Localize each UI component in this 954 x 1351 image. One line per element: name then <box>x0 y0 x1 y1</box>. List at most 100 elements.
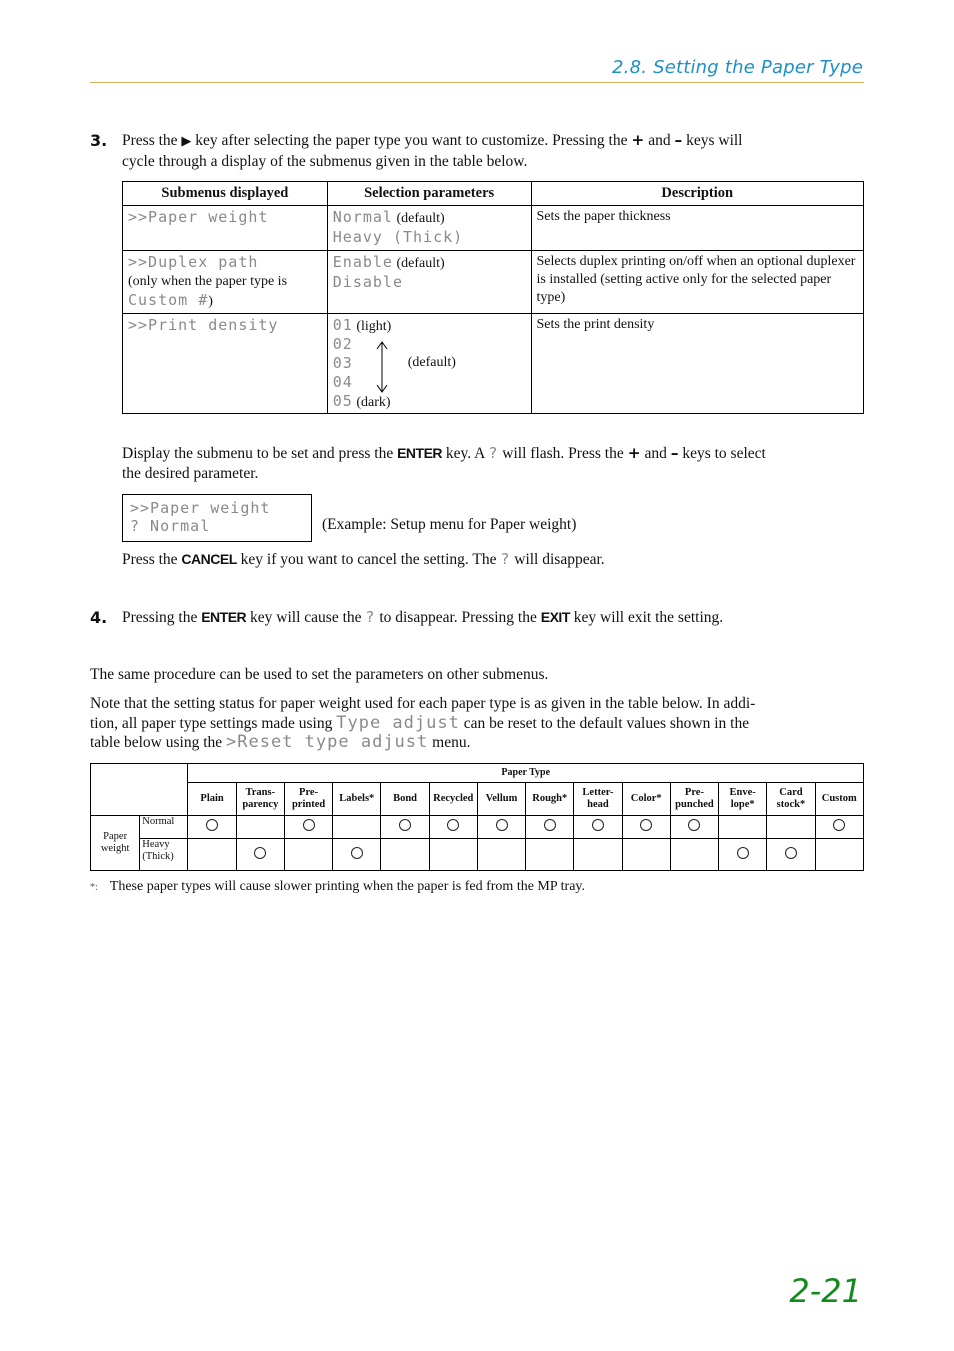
column-header: Submenus displayed <box>122 181 328 206</box>
lcd-text: >>Paper weight <box>128 208 269 226</box>
circle-mark-icon <box>543 819 556 831</box>
table-cell <box>525 838 575 871</box>
submenu-note: (only when the paper type is <box>128 274 288 289</box>
text: table below using the <box>90 734 227 751</box>
column-header-line: Recycled <box>433 793 474 804</box>
column-header: Pre-printed <box>283 782 334 816</box>
example-caption: (Example: Setup menu for Paper weight) <box>322 516 577 533</box>
param-note: (dark) <box>356 395 391 410</box>
row-group-label: Paper weight <box>89 815 141 871</box>
table-cell <box>332 815 382 839</box>
instruction-paragraph: Display the submenu to be set and press … <box>122 444 867 483</box>
step-3-text: Press the ▶ key after selecting the pape… <box>122 131 864 171</box>
footnote: *: These paper types will cause slower pr… <box>90 879 585 895</box>
table-row: Paper weight Normal <box>89 815 865 871</box>
circle-mark-icon <box>399 819 412 831</box>
note-paragraph: Note that the setting status for paper w… <box>90 694 866 753</box>
text: the desired parameter. <box>122 464 259 482</box>
header-rule <box>90 82 864 83</box>
text: key will cause the <box>246 609 366 626</box>
params-cell: Enable (default) Disable <box>326 250 532 314</box>
column-header: Pre-punched <box>669 782 720 816</box>
description-cell: Selects duplex printing on/off when an o… <box>530 250 864 314</box>
text: Press the <box>122 551 182 568</box>
lcd-text: Normal <box>332 208 393 226</box>
table-cell <box>814 815 865 839</box>
table-cell <box>766 815 816 839</box>
text: key after selecting the paper type you w… <box>191 132 632 149</box>
lcd-text: >Reset type adjust <box>226 732 429 752</box>
column-header-line: head <box>587 799 609 810</box>
step-3-number: 3. <box>90 131 108 150</box>
column-header-line: Pre- <box>299 787 319 798</box>
text: tion, all paper type settings made using <box>90 714 337 732</box>
column-header-line: Color* <box>630 793 662 804</box>
text: will disappear. <box>510 551 605 568</box>
column-header: Vellum <box>476 782 527 816</box>
paper-type-table: Paper Type Plain Trans-parency Pre-printed… <box>89 763 865 871</box>
text: keys will <box>682 132 743 149</box>
table-cell <box>814 838 865 871</box>
submenu-cell: >>Print density <box>122 313 328 414</box>
params-cell: 01 (light) 02 03 04 05 (dark) (default) <box>326 313 532 414</box>
column-header-line: Trans- <box>245 787 276 798</box>
table-cell <box>235 815 285 839</box>
right-arrow-key-icon: ▶ <box>181 134 192 149</box>
same-procedure-paragraph: The same procedure can be used to set th… <box>90 666 549 683</box>
text: Press the <box>122 132 182 149</box>
column-header-line: Labels* <box>339 793 375 804</box>
table-cell <box>332 838 382 871</box>
column-header-line: lope* <box>730 799 755 810</box>
enter-key-label: ENTER <box>397 445 443 461</box>
up-down-arrow-icon <box>376 341 388 393</box>
column-header: Color* <box>621 782 671 816</box>
plus-key-symbol: + <box>631 131 645 149</box>
params-cell: Normal (default) Heavy (Thick) <box>326 205 532 251</box>
table-row: Heavy (Thick) <box>91 838 865 871</box>
column-header-line: Vellum <box>485 793 518 804</box>
param-note: (default) <box>396 211 445 226</box>
column-header-line: stock* <box>776 799 806 810</box>
table-cell <box>476 815 527 839</box>
question-mark-symbol: ? <box>500 550 511 568</box>
text: Display the submenu to be set and press … <box>122 445 398 462</box>
column-header-line: printed <box>291 799 326 810</box>
column-header-line: Rough* <box>532 793 568 804</box>
row-label-line: Heavy <box>142 839 170 850</box>
table-cell <box>428 815 478 839</box>
exit-key-label: EXIT <box>540 609 571 625</box>
column-header: Trans-parency <box>235 782 285 816</box>
text: key will exit the setting. <box>569 609 724 626</box>
lcd-text: 02 <box>332 335 353 353</box>
text: to disappear. Pressing the <box>375 609 541 626</box>
column-header: Selection parameters <box>326 181 532 206</box>
column-header-line: parency <box>242 799 279 810</box>
table-row: >>Duplex path (only when the paper type … <box>122 250 864 314</box>
text: keys to select <box>678 445 766 462</box>
question-mark-symbol: ? <box>365 608 376 626</box>
cancel-instruction: Press the CANCEL key if you want to canc… <box>122 550 605 570</box>
lcd-text: Enable <box>332 253 393 271</box>
circle-mark-icon <box>302 819 315 831</box>
text: key if you want to cancel the setting. T… <box>236 551 501 568</box>
empty-corner-cell <box>89 763 189 816</box>
table-cell <box>380 838 430 871</box>
column-header: Bond <box>380 782 430 816</box>
circle-mark-icon <box>495 819 508 831</box>
cancel-key-label: CANCEL <box>181 551 237 567</box>
submenu-table: Submenus displayed Selection parameters … <box>122 181 864 414</box>
column-header-line: punched <box>675 799 714 810</box>
circle-mark-icon <box>591 819 604 831</box>
text: Note that the setting status for paper w… <box>90 695 756 712</box>
circle-mark-icon <box>736 846 749 859</box>
circle-mark-icon <box>833 819 846 831</box>
plus-key-symbol: + <box>627 444 641 462</box>
circle-mark-icon <box>254 846 267 859</box>
flashing-question-mark: ? <box>488 444 499 462</box>
column-header: Labels* <box>332 782 382 816</box>
step-4-text: Pressing the ENTER key will cause the ? … <box>122 608 723 628</box>
description-cell: Sets the print density <box>530 313 864 414</box>
circle-mark-icon <box>350 846 363 859</box>
column-header: Card stock* <box>766 782 816 816</box>
column-header-line: Bond <box>393 793 417 804</box>
